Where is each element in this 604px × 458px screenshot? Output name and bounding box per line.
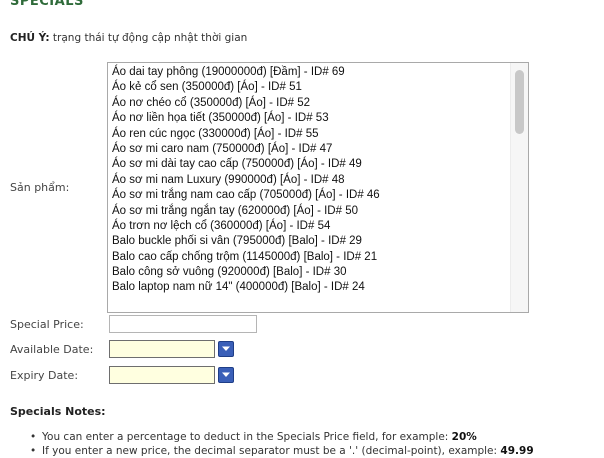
- listbox-scrollbar[interactable]: [510, 63, 528, 312]
- product-option[interactable]: Balo laptop nam nữ 14" (400000đ) [Balo] …: [112, 280, 528, 295]
- chevron-down-icon: [222, 372, 230, 377]
- notes-item: You can enter a percentage to deduct in …: [30, 430, 534, 444]
- notes-item-example: 49.99: [500, 445, 534, 457]
- product-option[interactable]: Balo cao cấp chống trộm (1145000đ) [Balo…: [112, 250, 528, 265]
- note-label: CHÚ Ý:: [10, 32, 50, 44]
- available-date-label: Available Date:: [10, 343, 94, 356]
- product-option[interactable]: Áo sơ mi dài tay cao cấp (750000đ) [Áo] …: [112, 157, 528, 172]
- special-price-input[interactable]: [109, 315, 257, 333]
- product-option[interactable]: Áo sơ mi trắng nam cao cấp (705000đ) [Áo…: [112, 188, 528, 203]
- special-price-label: Special Price:: [10, 318, 84, 331]
- product-option[interactable]: Balo công sở vuông (920000đ) [Balo] - ID…: [112, 265, 528, 280]
- expiry-date-label: Expiry Date:: [10, 369, 79, 382]
- product-label: Sản phẩm:: [10, 181, 70, 194]
- chevron-down-icon: [222, 346, 230, 351]
- product-listbox[interactable]: Áo dai tay phông (19000000đ) [Đầm] - ID#…: [107, 62, 529, 313]
- page-title: SPECIALS: [10, 0, 84, 9]
- available-date-calendar-button[interactable]: [218, 341, 234, 357]
- product-option[interactable]: Áo nơ chéo cổ (350000đ) [Áo] - ID# 52: [112, 96, 528, 111]
- product-option[interactable]: Áo ren cúc ngọc (330000đ) [Áo] - ID# 55: [112, 127, 528, 142]
- product-option[interactable]: Áo sơ mi trắng ngắn tay (620000đ) [Áo] -…: [112, 204, 528, 219]
- product-option[interactable]: Balo buckle phối si vân (795000đ) [Balo]…: [112, 234, 528, 249]
- product-option[interactable]: Áo sơ mi nam Luxury (990000đ) [Áo] - ID#…: [112, 173, 528, 188]
- product-option[interactable]: Áo kẻ cổ sen (350000đ) [Áo] - ID# 51: [112, 80, 528, 95]
- notes-item-text: You can enter a percentage to deduct in …: [42, 431, 452, 443]
- status-note: CHÚ Ý: trạng thái tự động cập nhật thời …: [10, 32, 247, 44]
- notes-item-example: 20%: [451, 431, 477, 443]
- product-option[interactable]: Áo trơn nơ lệch cổ (360000đ) [Áo] - ID# …: [112, 219, 528, 234]
- expiry-date-calendar-button[interactable]: [218, 367, 234, 383]
- expiry-date-input[interactable]: [109, 366, 215, 384]
- available-date-input[interactable]: [109, 340, 215, 358]
- note-text: trạng thái tự động cập nhật thời gian: [52, 32, 248, 44]
- notes-title: Specials Notes:: [10, 405, 106, 418]
- notes-item-text: If you enter a new price, the decimal se…: [42, 445, 501, 457]
- scrollbar-thumb[interactable]: [515, 70, 524, 134]
- notes-item: If you enter a new price, the decimal se…: [30, 444, 534, 458]
- product-option[interactable]: Áo nơ liền họa tiết (350000đ) [Áo] - ID#…: [112, 111, 528, 126]
- product-option[interactable]: Áo dai tay phông (19000000đ) [Đầm] - ID#…: [112, 65, 528, 80]
- product-list: Áo dai tay phông (19000000đ) [Đầm] - ID#…: [108, 63, 528, 296]
- product-option[interactable]: Áo sơ mi caro nam (750000đ) [Áo] - ID# 4…: [112, 142, 528, 157]
